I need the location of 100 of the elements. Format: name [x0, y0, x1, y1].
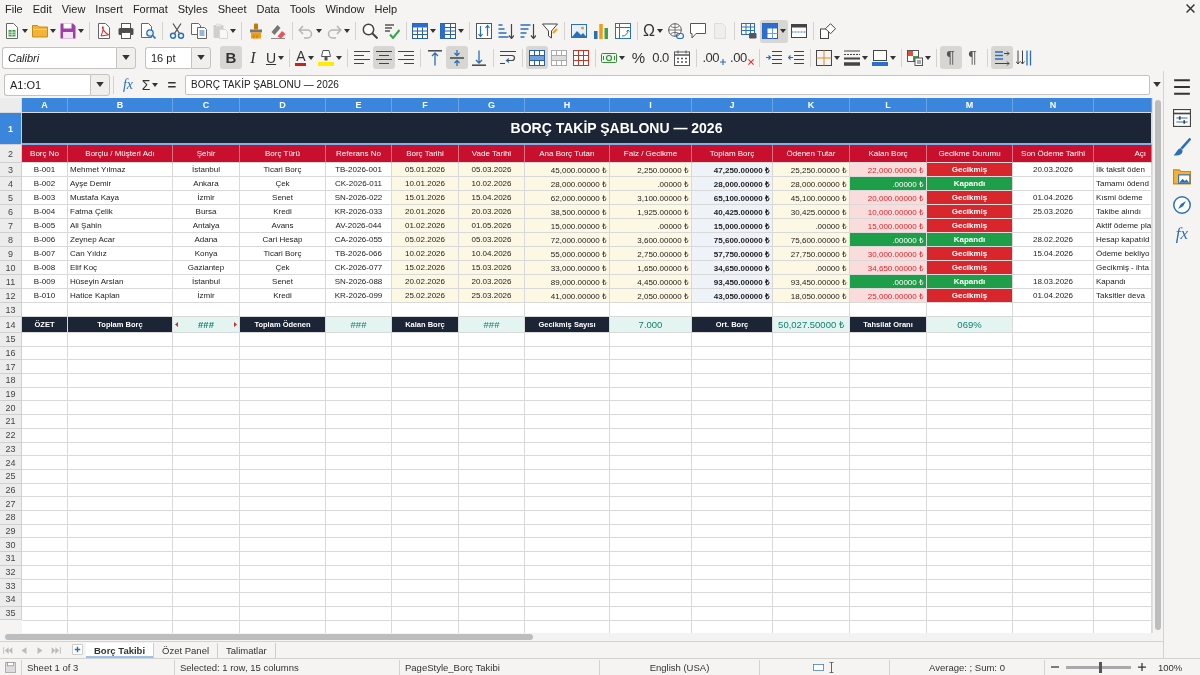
name-box[interactable]: A1:O1: [4, 73, 90, 96]
row-header[interactable]: 3: [0, 163, 22, 177]
row-header[interactable]: 18: [0, 374, 22, 388]
row-header[interactable]: 7: [0, 219, 22, 233]
font-name-field[interactable]: Calibri: [2, 46, 116, 69]
row-header[interactable]: 6: [0, 205, 22, 219]
column-header[interactable]: B: [68, 98, 173, 113]
column-header[interactable]: M: [927, 98, 1013, 113]
row-header[interactable]: 33: [0, 579, 22, 594]
row-header[interactable]: 34: [0, 593, 22, 607]
delete-decimal-button[interactable]: .00: [728, 46, 756, 69]
row-header[interactable]: 14: [0, 317, 22, 333]
row-header[interactable]: 24: [0, 456, 22, 470]
row-header[interactable]: 31: [0, 552, 22, 566]
sheet-tab[interactable]: Özet Panel: [154, 642, 219, 658]
column-header[interactable]: L: [850, 98, 927, 113]
row-header[interactable]: 4: [0, 177, 22, 191]
status-cell: Gecikmiş: [927, 289, 1013, 303]
font-size-dropdown[interactable]: [191, 46, 211, 69]
row-header[interactable]: 8: [0, 233, 22, 247]
functions-sidebar-button[interactable]: fx: [1170, 222, 1194, 246]
slider-thumb[interactable]: [1099, 661, 1103, 673]
sheet-tab[interactable]: Borç Takibi: [86, 642, 155, 658]
row-header[interactable]: 10: [0, 261, 22, 275]
status-cell: Gecikmiş: [927, 261, 1013, 275]
row-header[interactable]: 17: [0, 360, 22, 375]
menu-item[interactable]: Format: [127, 0, 173, 18]
merge-center-button[interactable]: [526, 46, 549, 69]
table-cell: Kapandı: [1094, 275, 1152, 289]
column-header[interactable]: H: [525, 98, 610, 113]
caret-icon: [22, 29, 28, 33]
table-cell: 93,450.00000 ₺: [692, 275, 773, 289]
add-decimal-button[interactable]: .00: [700, 46, 729, 69]
column-header[interactable]: F: [392, 98, 459, 113]
function-wizard-button[interactable]: fx: [117, 73, 139, 96]
font-size-field[interactable]: 16 pt: [145, 46, 191, 69]
row-header[interactable]: 21: [0, 415, 22, 429]
row-header[interactable]: 15: [0, 333, 22, 347]
align-middle-button[interactable]: [446, 46, 469, 69]
menu-item[interactable]: Window: [320, 0, 370, 18]
plus-icon: [1138, 663, 1146, 671]
close-document-button[interactable]: [1186, 4, 1196, 14]
row-header[interactable]: 30: [0, 538, 22, 552]
formula-button[interactable]: =: [161, 73, 183, 96]
font-color-button[interactable]: A: [293, 46, 317, 69]
add-sheet-button[interactable]: [72, 644, 84, 656]
italic-button[interactable]: I: [242, 46, 264, 69]
menu-item[interactable]: Edit: [27, 0, 57, 18]
column-header[interactable]: N: [1013, 98, 1094, 113]
row-header[interactable]: 2: [0, 145, 22, 163]
menu-item[interactable]: Tools: [284, 0, 321, 18]
menu-item[interactable]: Insert: [90, 0, 128, 18]
language: English (USA): [649, 661, 710, 673]
percent-button[interactable]: %: [627, 46, 650, 69]
underline-button[interactable]: U: [264, 46, 287, 69]
column-header[interactable]: J: [692, 98, 773, 113]
freeze-button[interactable]: [759, 19, 788, 43]
row-header[interactable]: 13: [0, 303, 22, 317]
table-cell: Ticari Borç: [240, 247, 326, 261]
font-name-dropdown[interactable]: [116, 46, 136, 69]
menu-item[interactable]: Help: [369, 0, 403, 18]
name-box-dropdown[interactable]: [90, 73, 110, 96]
column-header[interactable]: C: [173, 98, 240, 113]
menu-item[interactable]: Data: [251, 0, 285, 18]
sum-button[interactable]: Σ: [139, 73, 161, 96]
column-header[interactable]: G: [459, 98, 525, 113]
row-header[interactable]: 12: [0, 289, 22, 303]
number-button[interactable]: 0.0: [649, 46, 672, 69]
vertical-text-icon: [1015, 49, 1032, 66]
column-header[interactable]: K: [773, 98, 850, 113]
text-ltr-button[interactable]: [990, 46, 1013, 69]
row-header[interactable]: 5: [0, 191, 22, 205]
align-center-button[interactable]: [373, 46, 396, 69]
special-character-button[interactable]: Ω: [641, 19, 665, 43]
column-header[interactable]: A: [22, 98, 68, 113]
menu-item[interactable]: View: [56, 0, 91, 18]
column-header[interactable]: E: [326, 98, 392, 113]
ltr-button[interactable]: ¶: [939, 46, 962, 69]
table-cell: 57,750.00000 ₺: [692, 247, 773, 261]
row-header[interactable]: 1: [0, 113, 22, 145]
borders-icon: [815, 49, 832, 66]
menu-item[interactable]: File: [0, 0, 28, 18]
column-header[interactable]: I: [610, 98, 692, 113]
row-header[interactable]: 27: [0, 497, 22, 511]
row-header[interactable]: 20: [0, 401, 22, 416]
bold-button[interactable]: B: [220, 46, 242, 69]
rtl-button[interactable]: ¶: [961, 46, 984, 69]
row-header[interactable]: 9: [0, 247, 22, 261]
scrollbar-thumb[interactable]: [5, 634, 533, 640]
table-cell: .00000 ₺: [610, 219, 692, 233]
zoom-out-button[interactable]: [1051, 663, 1059, 671]
zoom-in-button[interactable]: [1138, 663, 1146, 671]
navigator-sidebar-button[interactable]: [1170, 193, 1194, 217]
column-header[interactable]: D: [240, 98, 326, 113]
sheet-tab[interactable]: Talimatlar: [218, 642, 276, 658]
menu-item[interactable]: Styles: [172, 0, 213, 18]
menu-item[interactable]: Sheet: [212, 0, 252, 18]
row-header[interactable]: 11: [0, 275, 22, 289]
properties-sidebar-button[interactable]: [1170, 106, 1194, 130]
formula-input[interactable]: BORÇ TAKİP ŞABLONU — 2026: [185, 74, 1150, 95]
